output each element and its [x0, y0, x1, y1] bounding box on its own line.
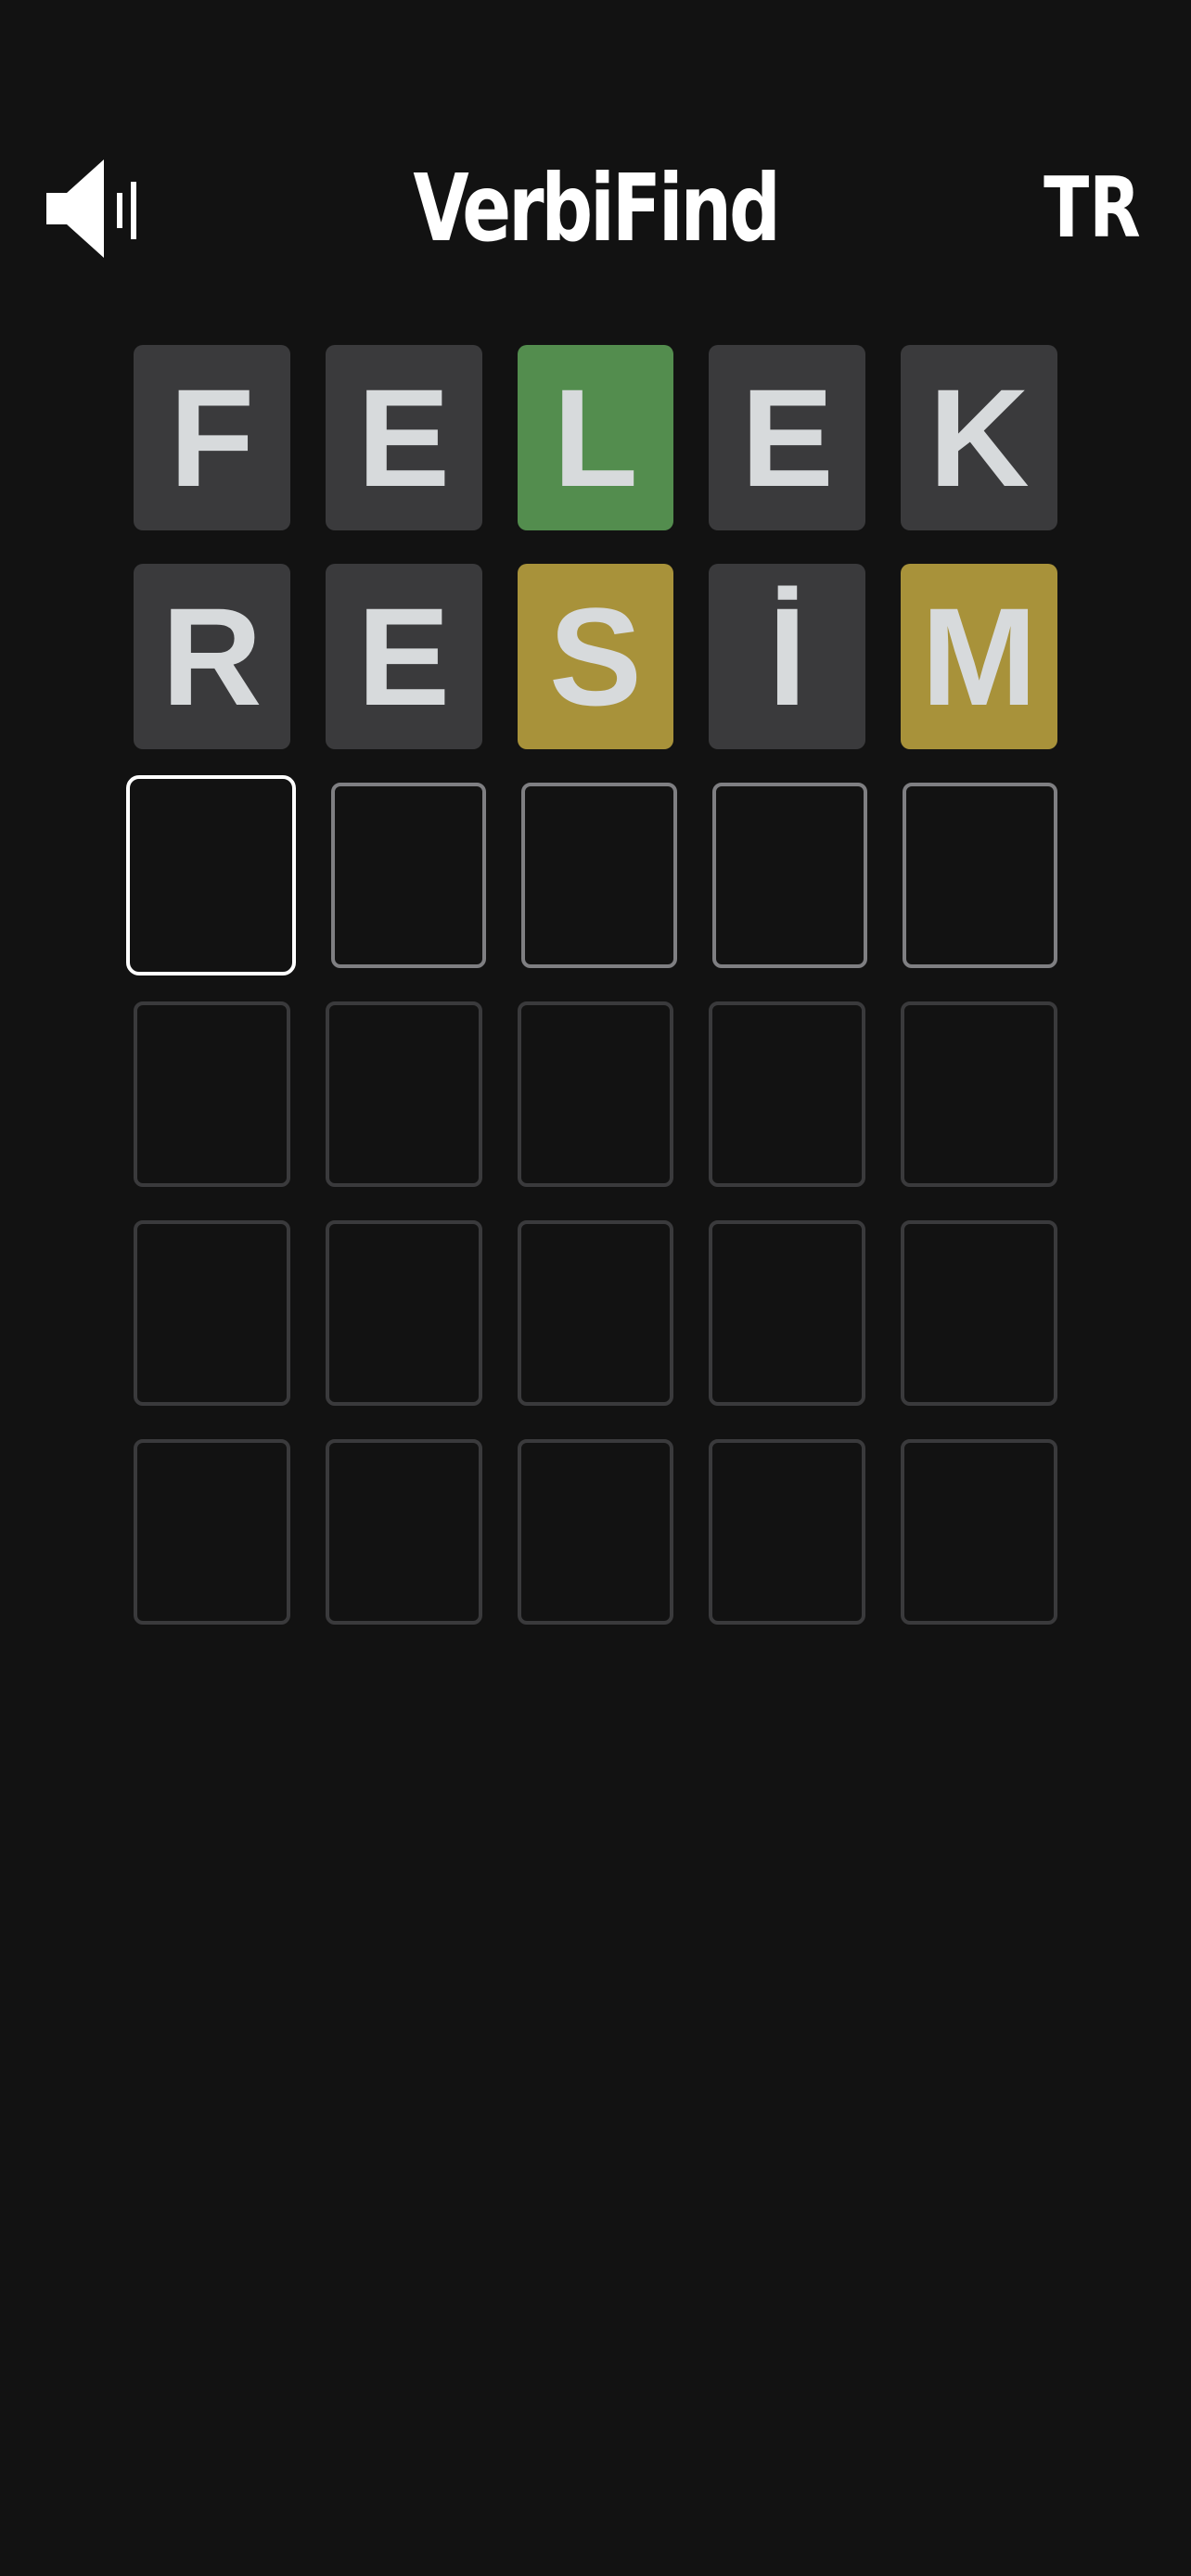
letter-tile	[709, 1001, 866, 1187]
letter-tile	[517, 1439, 674, 1625]
letter-tile	[134, 1001, 290, 1187]
letter-tile: F	[134, 345, 290, 530]
guess-row	[134, 1220, 1057, 1406]
letter-tile: İ	[709, 564, 866, 749]
letter-tile	[325, 1220, 482, 1406]
letter-tile	[901, 1001, 1057, 1187]
letter-tile: E	[709, 345, 866, 530]
letter-tile	[517, 1220, 674, 1406]
letter-tile: K	[901, 345, 1057, 530]
guess-row: R E S İ M	[134, 564, 1057, 749]
language-toggle[interactable]: TR	[1044, 148, 1141, 269]
app-header: VerbiFind TR	[0, 139, 1191, 278]
letter-tile	[901, 1439, 1057, 1625]
letter-tile	[709, 1439, 866, 1625]
letter-tile: E	[325, 564, 482, 749]
letter-tile	[709, 1220, 866, 1406]
letter-tile: R	[134, 564, 290, 749]
letter-tile: S	[517, 564, 674, 749]
guess-row: F E L E K	[134, 345, 1057, 530]
letter-tile: L	[517, 345, 674, 530]
letter-tile: M	[901, 564, 1057, 749]
letter-tile	[134, 1439, 290, 1625]
guess-row	[134, 1439, 1057, 1625]
letter-tile[interactable]	[331, 783, 487, 968]
letter-tile[interactable]	[711, 783, 867, 968]
letter-tile	[325, 1001, 482, 1187]
letter-tile: E	[325, 345, 482, 530]
app-title: VerbiFind	[413, 154, 780, 262]
letter-tile	[901, 1220, 1057, 1406]
active-tile[interactable]	[126, 775, 297, 976]
letter-tile	[134, 1220, 290, 1406]
letter-tile[interactable]	[521, 783, 677, 968]
letter-tile[interactable]	[902, 783, 1057, 968]
letter-tile	[325, 1439, 482, 1625]
letter-tile	[517, 1001, 674, 1187]
game-board: F E L E K R E S İ M	[126, 345, 1057, 1658]
current-guess-row	[126, 775, 1057, 976]
guess-row	[134, 1001, 1057, 1187]
